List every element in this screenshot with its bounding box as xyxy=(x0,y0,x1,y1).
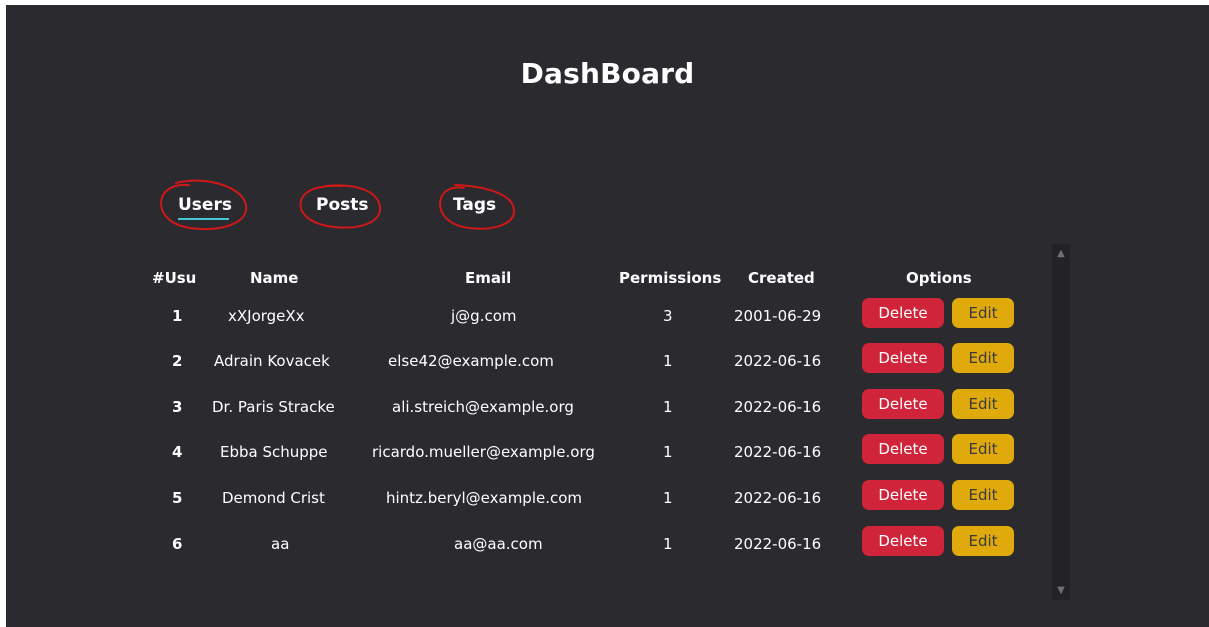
delete-button[interactable]: Delete xyxy=(862,389,944,419)
edit-button[interactable]: Edit xyxy=(952,298,1014,328)
row-id: 5 xyxy=(172,489,183,507)
row-name: Ebba Schuppe xyxy=(220,443,328,461)
edit-button[interactable]: Edit xyxy=(952,343,1014,373)
column-header-permissions: Permissions xyxy=(619,269,722,287)
tab-tags[interactable]: Tags xyxy=(453,195,496,215)
chevron-down-icon[interactable]: ▼ xyxy=(1052,585,1070,596)
delete-button[interactable]: Delete xyxy=(862,434,944,464)
row-permissions: 1 xyxy=(663,352,673,370)
row-email: else42@example.com xyxy=(388,352,554,370)
column-header-id: #Usu xyxy=(152,269,197,287)
tab-posts[interactable]: Posts xyxy=(316,195,369,215)
row-created: 2022-06-16 xyxy=(734,443,822,461)
row-email: hintz.beryl@example.com xyxy=(386,489,583,507)
chevron-up-icon[interactable]: ▲ xyxy=(1052,248,1070,259)
row-name: Dr. Paris Stracke xyxy=(212,398,335,416)
edit-button[interactable]: Edit xyxy=(952,480,1014,510)
active-tab-indicator xyxy=(178,218,229,220)
row-name: Adrain Kovacek xyxy=(214,352,330,370)
column-header-created: Created xyxy=(748,269,815,287)
row-permissions: 1 xyxy=(663,398,673,416)
delete-button[interactable]: Delete xyxy=(862,526,944,556)
row-permissions: 1 xyxy=(663,489,673,507)
row-email: ricardo.mueller@example.org xyxy=(372,443,595,461)
row-created: 2022-06-16 xyxy=(734,535,822,553)
delete-button[interactable]: Delete xyxy=(862,480,944,510)
column-header-options: Options xyxy=(906,269,972,287)
row-id: 3 xyxy=(172,398,183,416)
row-id: 4 xyxy=(172,443,183,461)
delete-button[interactable]: Delete xyxy=(862,298,944,328)
row-permissions: 1 xyxy=(663,443,673,461)
edit-button[interactable]: Edit xyxy=(952,434,1014,464)
row-id: 6 xyxy=(172,535,183,553)
row-email: aa@aa.com xyxy=(454,535,543,553)
tab-users[interactable]: Users xyxy=(178,195,232,215)
row-created: 2022-06-16 xyxy=(734,398,822,416)
row-email: j@g.com xyxy=(451,307,517,325)
row-name: Demond Crist xyxy=(222,489,325,507)
row-name: aa xyxy=(271,535,290,553)
dashboard-panel: DashBoard Users Posts Tags #Usu Name Ema… xyxy=(6,5,1209,627)
page-title: DashBoard xyxy=(520,57,695,90)
column-header-name: Name xyxy=(250,269,299,287)
row-name: xXJorgeXx xyxy=(228,307,305,325)
delete-button[interactable]: Delete xyxy=(862,343,944,373)
row-created: 2001-06-29 xyxy=(734,307,822,325)
annotation-circles xyxy=(160,179,516,230)
row-permissions: 3 xyxy=(663,307,673,325)
row-created: 2022-06-16 xyxy=(734,489,822,507)
row-created: 2022-06-16 xyxy=(734,352,822,370)
column-header-email: Email xyxy=(465,269,512,287)
row-id: 1 xyxy=(172,307,183,325)
row-permissions: 1 xyxy=(663,535,673,553)
edit-button[interactable]: Edit xyxy=(952,526,1014,556)
table-scrollbar[interactable]: ▲ ▼ xyxy=(1052,244,1070,600)
edit-button[interactable]: Edit xyxy=(952,389,1014,419)
row-email: ali.streich@example.org xyxy=(392,398,574,416)
row-id: 2 xyxy=(172,352,183,370)
